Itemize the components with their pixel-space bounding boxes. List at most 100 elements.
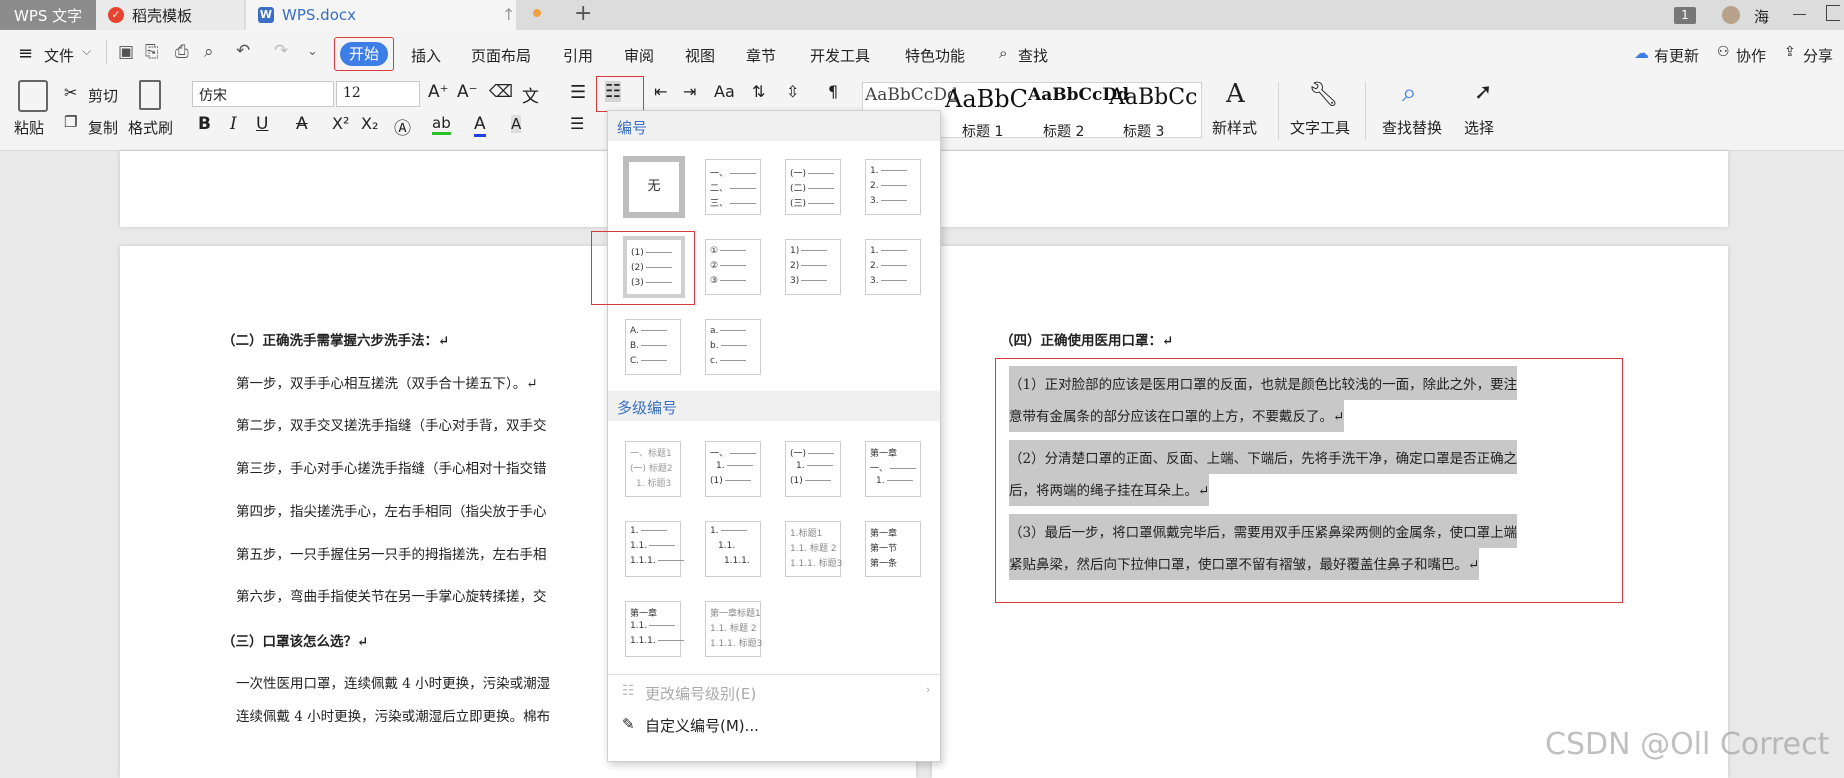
bold-icon[interactable]: B bbox=[198, 114, 211, 134]
tab-references[interactable]: 引用 bbox=[563, 45, 593, 66]
share-button[interactable]: 分享 bbox=[1803, 45, 1833, 66]
subscript-icon[interactable]: X₂ bbox=[361, 114, 378, 133]
num-label: 1.1.1. 标题3 bbox=[710, 639, 763, 649]
multilevel-option-1[interactable]: 一、标题1 (一) 标题2 1. 标题3 bbox=[625, 441, 681, 497]
window-count-badge[interactable]: 1 bbox=[1674, 7, 1696, 24]
avatar[interactable] bbox=[1722, 6, 1740, 24]
tab-review[interactable]: 审阅 bbox=[624, 45, 654, 66]
phonetic-icon[interactable]: 文 bbox=[522, 82, 539, 107]
copy-button[interactable]: 复制 bbox=[88, 117, 118, 138]
text-tools-button[interactable]: 文字工具 bbox=[1290, 117, 1350, 138]
output-icon[interactable]: ⎘ bbox=[145, 42, 159, 62]
tab-template[interactable]: ✓ 稻壳模板 bbox=[96, 0, 244, 30]
numbering-option-chinese[interactable]: 一、 二、 三、 bbox=[705, 159, 761, 215]
numbering-option-circled[interactable]: ① ② ③ bbox=[705, 239, 761, 295]
save-icon[interactable]: ▣ bbox=[118, 42, 134, 62]
user-name[interactable]: 海 bbox=[1754, 6, 1769, 27]
new-tab-button[interactable]: + bbox=[574, 1, 592, 26]
doc-step-2: 第二步，双手交叉搓洗手指缝（手心对手背，双手交 bbox=[236, 418, 547, 434]
tab-chapter[interactable]: 章节 bbox=[746, 45, 776, 66]
numbering-option-paren-arabic[interactable]: (1) (2) (3) bbox=[623, 236, 685, 298]
font-color-icon[interactable]: A bbox=[474, 114, 486, 137]
change-case-icon[interactable]: Aa bbox=[714, 82, 735, 101]
decrease-indent-icon[interactable]: ⇤ bbox=[654, 82, 667, 101]
find-command[interactable]: 查找 bbox=[1018, 45, 1048, 66]
multilevel-option-6[interactable]: 1. 1.1. 1.1.1. bbox=[705, 521, 761, 577]
superscript-icon[interactable]: X² bbox=[332, 114, 349, 133]
multilevel-option-5[interactable]: 1. 1.1. 1.1.1. bbox=[625, 521, 684, 577]
print-icon[interactable]: ⎙ bbox=[175, 42, 189, 62]
multilevel-option-3[interactable]: (一) 1. (1) bbox=[785, 441, 841, 497]
custom-numbering-item[interactable]: 自定义编号(M)... bbox=[645, 715, 759, 736]
collaborate-button[interactable]: 协作 bbox=[1736, 45, 1766, 66]
numbering-option-lower-alpha[interactable]: a. b. c. bbox=[705, 319, 761, 375]
print-preview-icon[interactable]: ⌕ bbox=[204, 42, 214, 62]
multilevel-option-10[interactable]: 第一章标题1 1.1. 标题 2 1.1.1. 标题3 bbox=[705, 601, 763, 657]
char-shading-icon[interactable]: A bbox=[511, 115, 522, 133]
upload-arrow-icon[interactable]: ↑ bbox=[502, 5, 515, 24]
tab-page-layout[interactable]: 页面布局 bbox=[471, 45, 531, 66]
numbering-option-none[interactable]: 无 bbox=[623, 156, 685, 218]
quick-access-more-icon[interactable]: ⌄ bbox=[307, 44, 318, 59]
multilevel-option-7[interactable]: 1.标题1 1.1. 标题 2 1.1.1. 标题3 bbox=[785, 521, 842, 577]
cut-button[interactable]: 剪切 bbox=[88, 85, 118, 106]
grow-font-icon[interactable]: A⁺ bbox=[428, 82, 449, 102]
num-label: A. bbox=[630, 326, 639, 336]
tab-insert[interactable]: 插入 bbox=[411, 45, 441, 66]
update-button[interactable]: 有更新 bbox=[1654, 45, 1699, 66]
paste-button[interactable]: 粘贴 bbox=[14, 117, 44, 138]
increase-indent-icon[interactable]: ⇥ bbox=[683, 82, 696, 101]
unsaved-dot-icon bbox=[533, 9, 541, 17]
sort-icon[interactable]: ⇅ bbox=[752, 82, 765, 101]
num-label: c. bbox=[710, 356, 718, 366]
numbering-option-chinese-paren[interactable]: (一) (二) (三) bbox=[785, 159, 841, 215]
tab-developer[interactable]: 开发工具 bbox=[810, 45, 870, 66]
shrink-font-icon[interactable]: A⁻ bbox=[457, 82, 478, 102]
numbering-option-upper-alpha[interactable]: A. B. C. bbox=[625, 319, 681, 375]
tab-view[interactable]: 视图 bbox=[685, 45, 715, 66]
num-label: (1) bbox=[631, 248, 644, 258]
hamburger-icon[interactable]: ≡ bbox=[18, 43, 33, 64]
format-painter-button[interactable]: 格式刷 bbox=[128, 117, 173, 138]
italic-icon[interactable]: I bbox=[230, 114, 237, 134]
file-menu[interactable]: 文件 bbox=[44, 45, 74, 66]
redo-icon[interactable]: ↷ bbox=[274, 41, 288, 61]
multilevel-option-9[interactable]: 第一章 1.1. 1.1.1. bbox=[625, 601, 684, 657]
num-label: 一、标题1 bbox=[630, 449, 672, 459]
numbering-option-arabic-dot-2[interactable]: 1. 2. 3. bbox=[865, 239, 921, 295]
paste-icon[interactable] bbox=[18, 80, 48, 112]
new-style-button[interactable]: 新样式 bbox=[1212, 117, 1257, 138]
underline-icon[interactable]: U bbox=[256, 114, 268, 134]
text-effect-icon[interactable]: Ⓐ bbox=[394, 114, 411, 139]
tab-wps-writer[interactable]: WPS 文字 bbox=[0, 0, 96, 30]
font-size-select[interactable]: 12 bbox=[336, 81, 420, 107]
chevron-right-icon: › bbox=[926, 683, 931, 696]
pencil-icon: ✎ bbox=[622, 715, 635, 733]
numbering-list-button[interactable]: ☷ bbox=[596, 76, 644, 112]
minimize-icon[interactable] bbox=[1793, 14, 1806, 15]
tab-start[interactable]: 开始 bbox=[334, 37, 394, 71]
show-marks-icon[interactable]: ¶ bbox=[828, 82, 838, 101]
clear-format-icon[interactable]: ⌫ bbox=[489, 82, 513, 102]
maximize-icon[interactable] bbox=[1826, 5, 1840, 21]
select-button[interactable]: 选择 bbox=[1464, 117, 1494, 138]
numbering-option-arabic-paren[interactable]: 1) 2) 3) bbox=[785, 239, 841, 295]
line-spacing-icon[interactable]: ⇳ bbox=[786, 82, 799, 101]
tab-special-features[interactable]: 特色功能 bbox=[905, 45, 965, 66]
strikethrough-icon[interactable]: A bbox=[296, 114, 308, 134]
change-numbering-level-item[interactable]: 更改编号级别(E) bbox=[645, 683, 756, 704]
multilevel-option-2[interactable]: 一、 1. (1) bbox=[705, 441, 761, 497]
num-label: 1) bbox=[790, 246, 800, 256]
multilevel-option-4[interactable]: 第一章 一、 1. bbox=[865, 441, 921, 497]
undo-icon[interactable]: ↶ bbox=[236, 41, 250, 61]
multilevel-option-8[interactable]: 第一章 第一节 第一条 bbox=[865, 521, 921, 577]
numbering-option-arabic-dot[interactable]: 1. 2. 3. bbox=[865, 159, 921, 215]
highlight-icon[interactable]: ab bbox=[432, 114, 451, 135]
bullet-list-icon[interactable]: ☰ bbox=[570, 82, 586, 103]
num-label: 1. 标题3 bbox=[636, 479, 672, 489]
find-replace-button[interactable]: 查找替换 bbox=[1382, 117, 1442, 138]
numbering-section-header: 编号 bbox=[608, 111, 940, 141]
tab-document[interactable]: W WPS.docx bbox=[246, 0, 516, 30]
align-left-icon[interactable]: ☰ bbox=[570, 114, 584, 133]
font-family-select[interactable]: 仿宋 bbox=[192, 81, 334, 107]
